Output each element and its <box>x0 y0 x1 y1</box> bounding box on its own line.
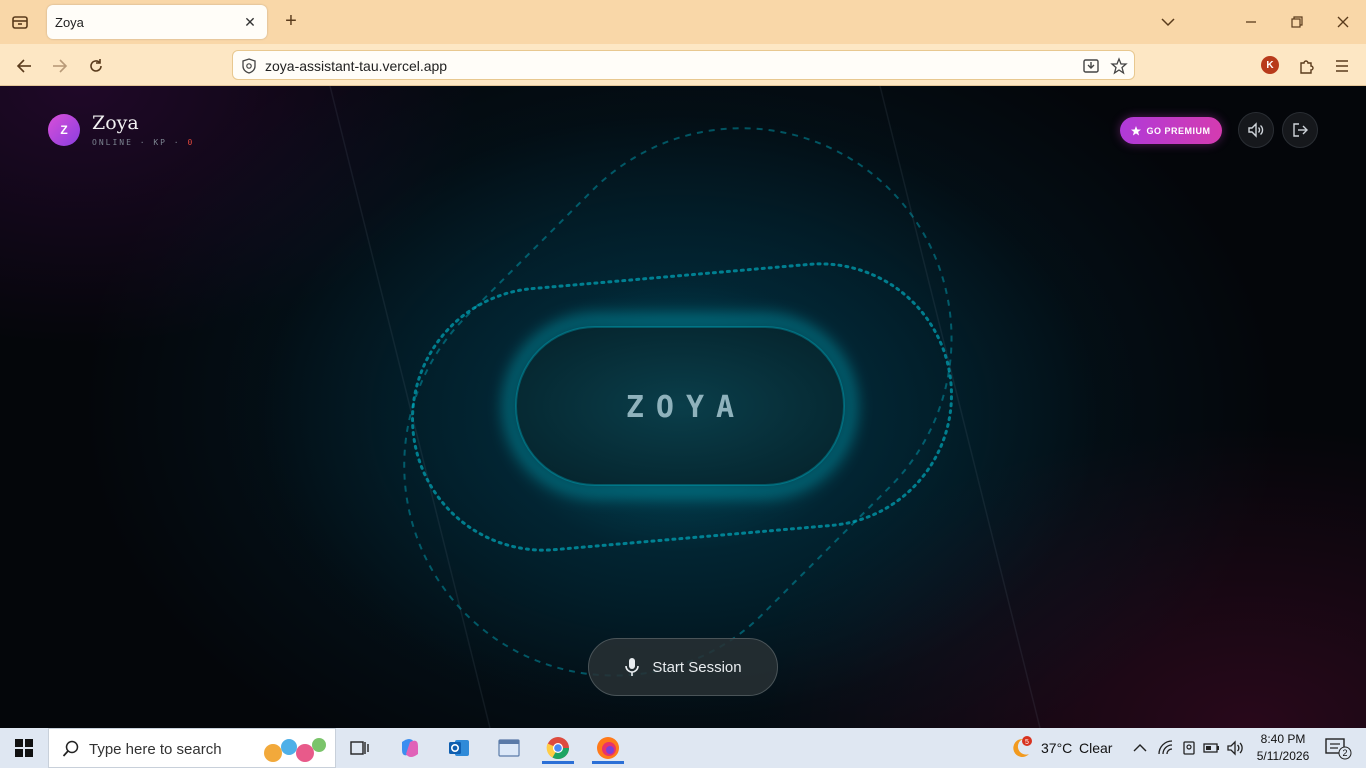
copilot-icon[interactable] <box>390 732 430 764</box>
save-to-pocket-icon[interactable] <box>1081 56 1101 76</box>
address-bar[interactable]: zoya-assistant-tau.vercel.app <box>232 50 1135 80</box>
back-arrow-icon[interactable] <box>11 53 37 79</box>
weather-icon[interactable]: 5 <box>1002 732 1038 764</box>
status-line: ONLINE · KP · 0 <box>92 138 194 147</box>
new-tab-button[interactable]: + <box>280 10 302 32</box>
orb-label: ZOYA <box>625 390 747 425</box>
start-session-button[interactable]: Start Session <box>588 638 778 696</box>
task-view-icon[interactable] <box>340 732 380 764</box>
meet-now-icon[interactable] <box>1178 732 1200 764</box>
weather-badge: 5 <box>1025 739 1029 746</box>
weather-desc: Clear <box>1079 740 1113 756</box>
logout-button[interactable] <box>1282 112 1318 148</box>
taskbar: Type here to search 5 37°C Clear 8:40 PM… <box>0 728 1366 768</box>
close-window-button[interactable] <box>1329 8 1357 36</box>
shield-icon[interactable] <box>239 56 259 76</box>
minimize-button[interactable] <box>1237 8 1265 36</box>
chrome-icon[interactable] <box>538 732 578 764</box>
chevron-down-icon[interactable] <box>1154 8 1182 36</box>
browser-tab[interactable]: Zoya ✕ <box>47 5 267 39</box>
reload-icon[interactable] <box>83 53 109 79</box>
network-icon[interactable] <box>1155 732 1177 764</box>
sound-button[interactable] <box>1238 112 1274 148</box>
app-name: Zoya <box>92 112 139 134</box>
taskbar-search[interactable]: Type here to search <box>48 728 336 768</box>
status-prefix: ONLINE · KP · <box>92 138 188 147</box>
speaker-icon <box>1248 122 1264 138</box>
bookmark-star-icon[interactable] <box>1109 56 1129 76</box>
app-viewport: Z Zoya ONLINE · KP · 0 GO PREMIUM ZOYA S… <box>0 86 1366 728</box>
show-hidden-icons[interactable] <box>1128 732 1152 764</box>
firefox-active-indicator <box>592 761 624 764</box>
close-tab-icon[interactable]: ✕ <box>241 13 259 31</box>
premium-label: GO PREMIUM <box>1146 125 1211 136</box>
clock[interactable]: 8:40 PM 5/11/2026 <box>1252 731 1314 765</box>
tab-title: Zoya <box>55 15 84 30</box>
search-placeholder: Type here to search <box>89 741 222 758</box>
url-text: zoya-assistant-tau.vercel.app <box>265 58 448 74</box>
battery-icon[interactable] <box>1201 732 1223 764</box>
outlook-icon[interactable] <box>439 732 479 764</box>
windows-start-icon[interactable] <box>0 728 48 768</box>
notifications-icon[interactable]: 2 <box>1318 732 1358 764</box>
go-premium-button[interactable]: GO PREMIUM <box>1120 117 1222 144</box>
menu-icon[interactable] <box>1329 53 1355 79</box>
notification-count: 2 <box>1342 748 1347 758</box>
profile-avatar[interactable]: K <box>1261 56 1279 74</box>
microphone-icon <box>625 658 640 676</box>
clock-date: 5/11/2026 <box>1256 749 1310 763</box>
search-highlight-icon <box>259 733 331 765</box>
search-icon <box>61 739 81 759</box>
weather-temp: 37°C <box>1041 740 1073 756</box>
extensions-icon[interactable] <box>1293 53 1319 79</box>
window-app-icon[interactable] <box>489 732 529 764</box>
chrome-active-indicator <box>542 761 574 764</box>
navigation-bar: zoya-assistant-tau.vercel.app K <box>0 44 1366 86</box>
logout-icon <box>1293 123 1308 137</box>
tab-strip: Zoya ✕ + <box>0 0 1366 44</box>
kp-value: 0 <box>187 138 195 147</box>
clock-time: 8:40 PM <box>1260 732 1306 746</box>
restore-button[interactable] <box>1283 8 1311 36</box>
forward-arrow-icon[interactable] <box>47 53 73 79</box>
volume-icon[interactable] <box>1225 732 1247 764</box>
star-icon <box>1131 125 1142 135</box>
tab-overview-icon[interactable] <box>8 10 32 34</box>
start-session-label: Start Session <box>652 658 742 676</box>
app-avatar: Z <box>48 114 80 146</box>
firefox-icon[interactable] <box>588 732 628 764</box>
